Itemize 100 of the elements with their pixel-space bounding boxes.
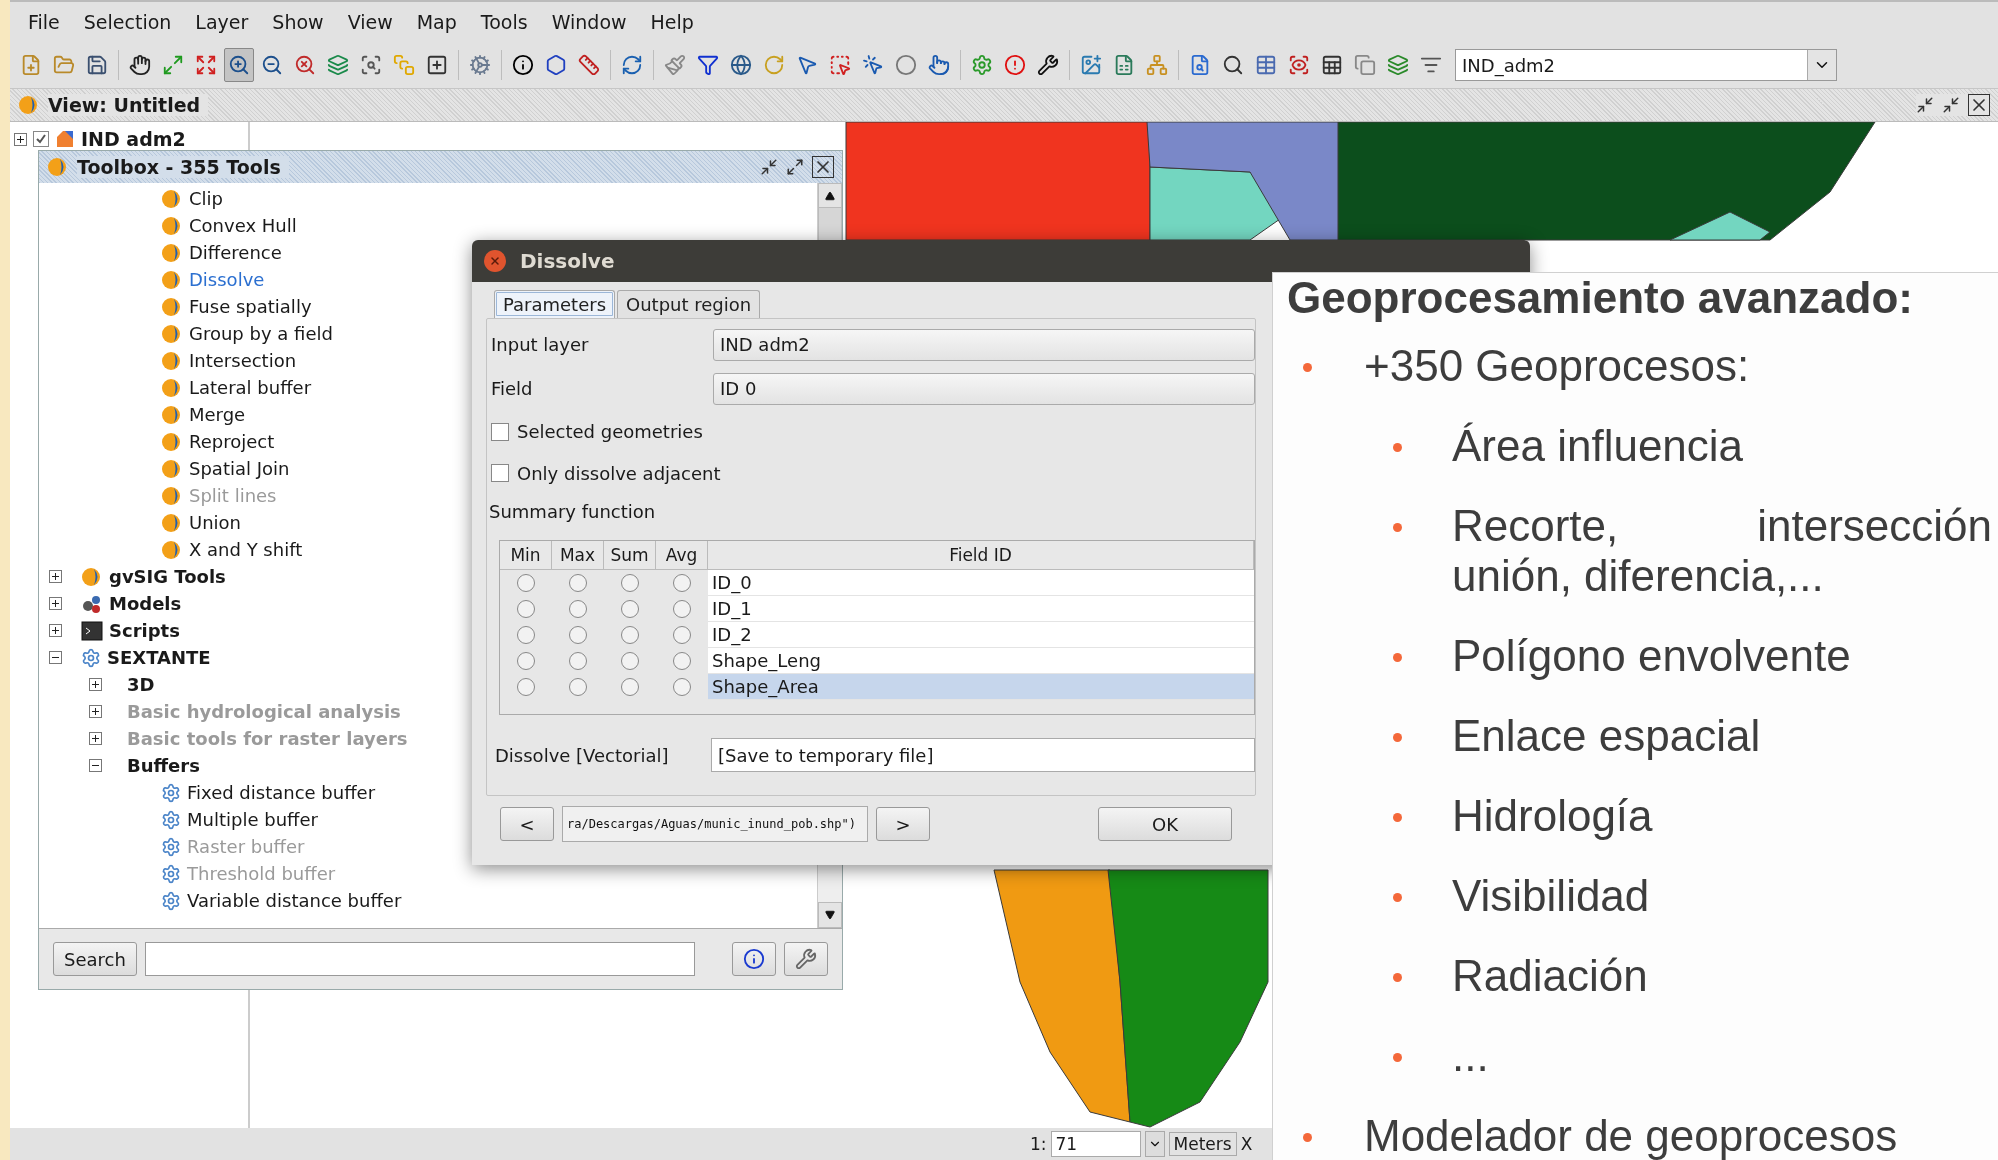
radio-button[interactable] [517,677,535,696]
collapse-icon[interactable] [49,651,62,664]
tree-group[interactable]: SEXTANTE [107,647,211,668]
zoom-in-button[interactable] [224,48,254,82]
tree-item[interactable]: Lateral buffer [189,377,312,398]
layer-dropdown[interactable]: IND_adm2 [1455,49,1837,81]
expand-icon[interactable] [49,624,62,637]
tree-item[interactable]: Dissolve [189,269,265,290]
radio-button[interactable] [517,599,535,618]
tree-group[interactable]: Models [109,593,182,614]
search-button[interactable]: Search [53,942,137,976]
checkbox[interactable] [491,422,509,441]
table-cell[interactable]: ID_1 [708,596,1254,623]
radio-button[interactable] [673,651,691,670]
menu-item[interactable]: Show [262,7,334,37]
tree-group[interactable]: Scripts [109,620,180,641]
radio-button[interactable] [673,625,691,644]
collapse-icon[interactable] [89,759,102,772]
menu-item[interactable]: View [337,7,403,37]
restore-icon[interactable] [760,158,778,176]
close-icon[interactable] [812,156,834,178]
table-cell[interactable]: Shape_Leng [708,648,1254,675]
radio-button[interactable] [621,573,639,592]
minimize-icon[interactable] [1942,96,1960,114]
expand-icon[interactable] [49,570,62,583]
radio-button[interactable] [621,599,639,618]
tab[interactable]: Output region [617,290,761,318]
table-cell[interactable]: ID_0 [708,570,1254,597]
scroll-up-button[interactable] [818,183,842,209]
previous-button[interactable]: < [500,807,554,841]
layer-name[interactable]: IND adm2 [81,128,186,150]
input-layer-dropdown[interactable]: IND adm2 [713,328,1255,361]
close-icon[interactable] [1968,94,1990,116]
menu-item[interactable]: File [18,7,70,37]
tree-item[interactable]: Fuse spatially [189,296,312,317]
info-button[interactable] [732,942,776,976]
radio-button[interactable] [621,651,639,670]
radio-button[interactable] [621,625,639,644]
search-field[interactable] [144,942,695,976]
radio-button[interactable] [673,573,691,592]
tree-item[interactable]: Merge [189,404,246,425]
pointer-icon [796,54,818,76]
expand-icon[interactable] [49,597,62,610]
radio-button[interactable] [673,677,691,696]
tree-group[interactable]: Buffers [127,755,200,776]
layer-checkbox[interactable] [33,131,49,147]
radio-button[interactable] [517,625,535,644]
maximize-icon[interactable] [786,158,804,176]
scale-dropdown-button[interactable] [1144,1131,1165,1157]
tree-item[interactable]: Union [189,512,241,533]
tree-item[interactable]: Difference [189,242,282,263]
expand-icon[interactable] [89,678,102,691]
restore-icon[interactable] [1916,96,1934,114]
radio-button[interactable] [621,677,639,696]
field-dropdown[interactable]: ID 0 [713,372,1255,405]
scale-field[interactable]: 71 [1050,1131,1141,1157]
next-button[interactable]: > [876,807,930,841]
tree-item[interactable]: Intersection [189,350,297,371]
tree-group[interactable]: gvSIG Tools [109,566,226,587]
gear-icon [161,890,181,911]
menu-item[interactable]: Tools [470,7,538,37]
tree-group[interactable]: 3D [127,674,155,695]
table-cell[interactable]: Shape_Area [708,674,1254,701]
checkbox[interactable] [491,464,509,483]
radio-button[interactable] [569,677,587,696]
tree-item[interactable]: Reproject [189,431,275,452]
tree-item[interactable]: Group by a field [189,323,333,344]
alert-icon [1004,54,1026,76]
radio-button[interactable] [517,573,535,592]
tree-item[interactable]: Clip [189,188,223,209]
expand-icon[interactable] [14,132,27,146]
table-cell[interactable]: ID_2 [708,622,1254,649]
tab[interactable]: Parameters [494,290,616,318]
menu-item[interactable]: Map [406,7,467,37]
settings-button[interactable] [784,942,828,976]
ok-button[interactable]: OK [1098,807,1232,841]
tree-item[interactable]: Multiple buffer [187,809,318,830]
radio-button[interactable] [569,599,587,618]
menu-item[interactable]: Help [640,7,704,37]
radio-button[interactable] [673,599,691,618]
radio-button[interactable] [569,625,587,644]
field-label: Input layer [490,334,590,356]
tree-item[interactable]: Variable distance buffer [187,890,402,911]
radio-button[interactable] [569,651,587,670]
close-button[interactable] [484,250,506,272]
radio-button[interactable] [569,573,587,592]
path-field[interactable]: ra/Descargas/Aguas/munic_inund_pob.shp") [562,806,868,842]
radio-button[interactable] [517,651,535,670]
menu-item[interactable]: Selection [73,7,182,37]
tree-item[interactable]: Convex Hull [189,215,297,236]
tree-item[interactable]: X and Y shift [189,539,303,560]
output-field[interactable]: [Save to temporary file] [711,738,1255,773]
menu-item[interactable]: Window [541,7,637,37]
dropdown-button[interactable] [1807,50,1836,80]
scroll-down-button[interactable] [818,902,842,928]
new-file-icon [20,54,42,76]
menu-item[interactable]: Layer [185,7,259,37]
tree-item[interactable]: Fixed distance buffer [187,782,376,803]
gvsig-logo-icon [18,94,40,116]
tree-item[interactable]: Spatial Join [189,458,290,479]
